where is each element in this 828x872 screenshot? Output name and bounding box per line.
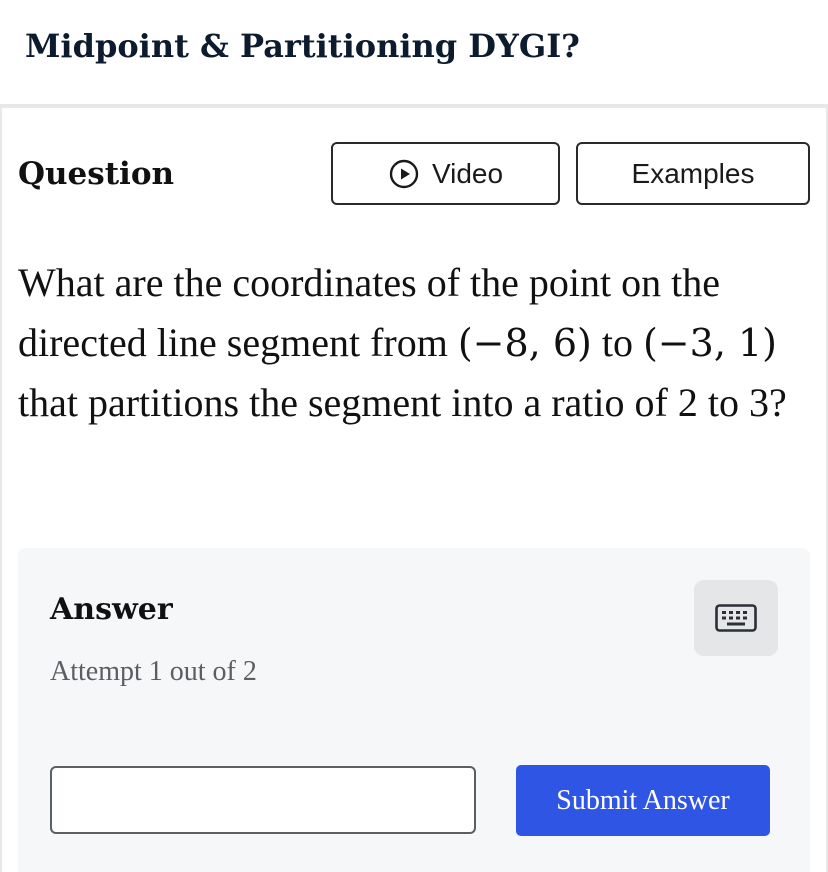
play-circle-icon <box>389 159 419 188</box>
keyboard-toggle-button[interactable] <box>694 580 778 656</box>
video-button-label: Video <box>431 157 504 189</box>
point-b-math: (−3, 1) <box>642 321 777 365</box>
question-text: What are the coordinates of the point on… <box>18 253 818 433</box>
examples-button-label: Examples <box>631 157 755 189</box>
point-a-math: (−8, 6) <box>457 321 592 365</box>
examples-button[interactable]: Examples <box>576 142 810 205</box>
keyboard-icon <box>715 604 757 632</box>
attempt-counter: Attempt 1 out of 2 <box>50 656 257 687</box>
answer-heading: Answer <box>50 592 173 627</box>
question-text-part-2: to <box>591 320 643 365</box>
video-button[interactable]: Video <box>331 142 560 205</box>
answer-input[interactable] <box>50 766 476 834</box>
page-title: Midpoint & Partitioning DYGI? <box>25 27 580 65</box>
submit-answer-button[interactable]: Submit Answer <box>516 765 770 836</box>
question-text-part-3: that partitions the segment into a ratio… <box>18 380 787 425</box>
answer-panel: Answer Attempt 1 out of 2 Submit Answer <box>18 548 810 872</box>
top-header: Midpoint & Partitioning DYGI? <box>0 0 828 104</box>
question-heading: Question <box>18 156 175 192</box>
